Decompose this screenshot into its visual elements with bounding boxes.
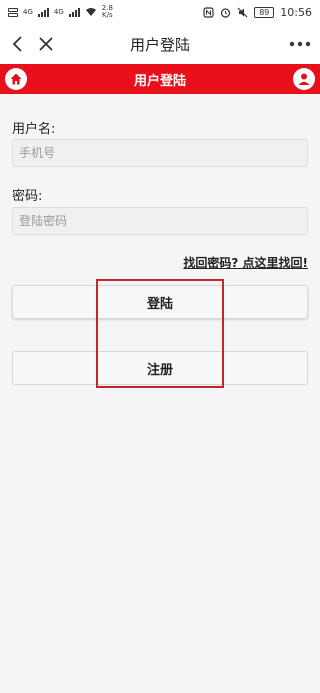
clock: 10:56 <box>280 5 312 19</box>
network-type-b: 4G <box>53 8 64 16</box>
nfc-icon <box>203 6 214 18</box>
close-button[interactable] <box>32 24 60 64</box>
user-button[interactable] <box>293 68 315 90</box>
more-dots-icon <box>289 41 311 47</box>
back-button[interactable] <box>4 24 32 64</box>
battery-icon: 89 <box>254 6 275 18</box>
signal-bars-icon <box>37 7 49 17</box>
network-speed: 2.8 K/s <box>102 5 113 19</box>
password-label: 密码: <box>12 189 43 204</box>
title-bar: 用户登陆 <box>0 24 320 64</box>
status-bar: 4G 4G 2.8 K/s 89 10:56 <box>0 0 320 24</box>
network-type-a: 4G <box>23 8 33 16</box>
chevron-left-icon <box>12 36 22 52</box>
wifi-icon <box>85 8 96 16</box>
app-header: 用户登陆 <box>0 64 320 94</box>
alarm-icon <box>221 7 231 18</box>
battery-level: 89 <box>259 7 270 17</box>
forgot-password-link[interactable]: 找回密码? 点这里找回! <box>183 254 308 271</box>
signal-bars-icon-2 <box>68 7 80 17</box>
sim-cards-icon <box>8 7 18 17</box>
network-speed-unit: K/s <box>102 11 113 19</box>
home-button[interactable] <box>5 68 27 90</box>
mute-icon <box>237 7 248 17</box>
more-button[interactable] <box>286 24 314 64</box>
register-button[interactable]: 注册 <box>12 351 308 385</box>
close-icon <box>39 37 53 51</box>
login-button[interactable]: 登陆 <box>12 285 308 319</box>
password-input[interactable] <box>12 207 308 235</box>
username-label: 用户名: <box>12 122 56 137</box>
user-icon <box>298 73 310 85</box>
app-header-title: 用户登陆 <box>133 73 186 89</box>
home-icon <box>10 73 22 85</box>
username-input[interactable] <box>12 139 308 167</box>
